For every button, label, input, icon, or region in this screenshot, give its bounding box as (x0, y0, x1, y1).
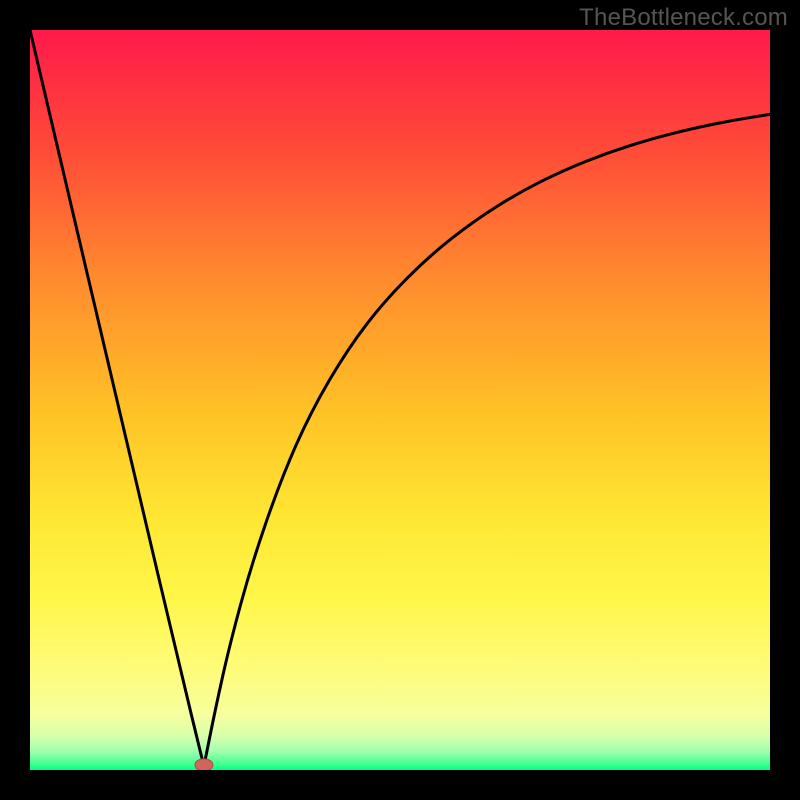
chart-svg (30, 30, 770, 770)
minimum-marker (195, 759, 213, 770)
watermark-text: TheBottleneck.com (579, 4, 788, 32)
plot-area (30, 30, 770, 770)
gradient-background (30, 30, 770, 770)
chart-frame: TheBottleneck.com (0, 0, 800, 800)
